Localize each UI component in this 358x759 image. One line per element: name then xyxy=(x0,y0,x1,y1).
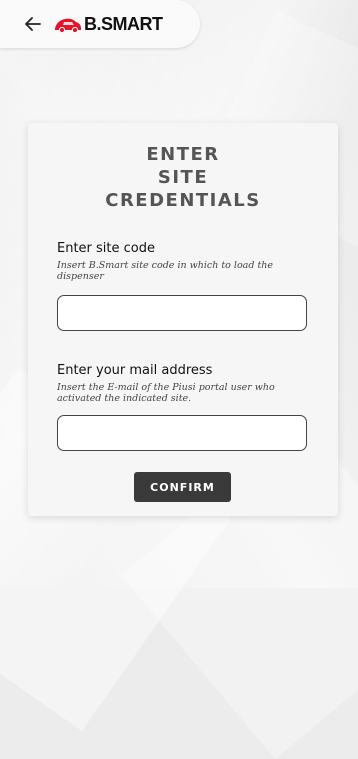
arrow-left-icon xyxy=(25,17,41,31)
bsmart-logo: B.SMART xyxy=(54,14,163,35)
logo-text: B.SMART xyxy=(84,13,163,34)
credentials-card: ENTER SITE CREDENTIALS Enter site code I… xyxy=(28,123,338,516)
mail-input[interactable] xyxy=(57,415,307,451)
card-title-line: SITE xyxy=(157,167,209,188)
mail-hint: Insert the E-mail of the Piusi portal us… xyxy=(57,382,275,404)
site-code-hint: Insert B.Smart site code in which to loa… xyxy=(57,260,274,282)
site-code-label: Enter site code xyxy=(57,241,155,256)
confirm-button[interactable]: CONFIRM xyxy=(134,472,231,502)
card-title-line: CREDENTIALS xyxy=(105,190,261,211)
logo-car-icon xyxy=(55,18,81,32)
mail-label: Enter your mail address xyxy=(57,363,213,378)
card-title: ENTER SITE CREDENTIALS xyxy=(28,143,338,212)
back-button[interactable] xyxy=(22,13,44,35)
card-title-line: ENTER xyxy=(146,144,220,165)
app-header: B.SMART xyxy=(0,0,200,48)
site-code-input[interactable] xyxy=(57,295,307,331)
